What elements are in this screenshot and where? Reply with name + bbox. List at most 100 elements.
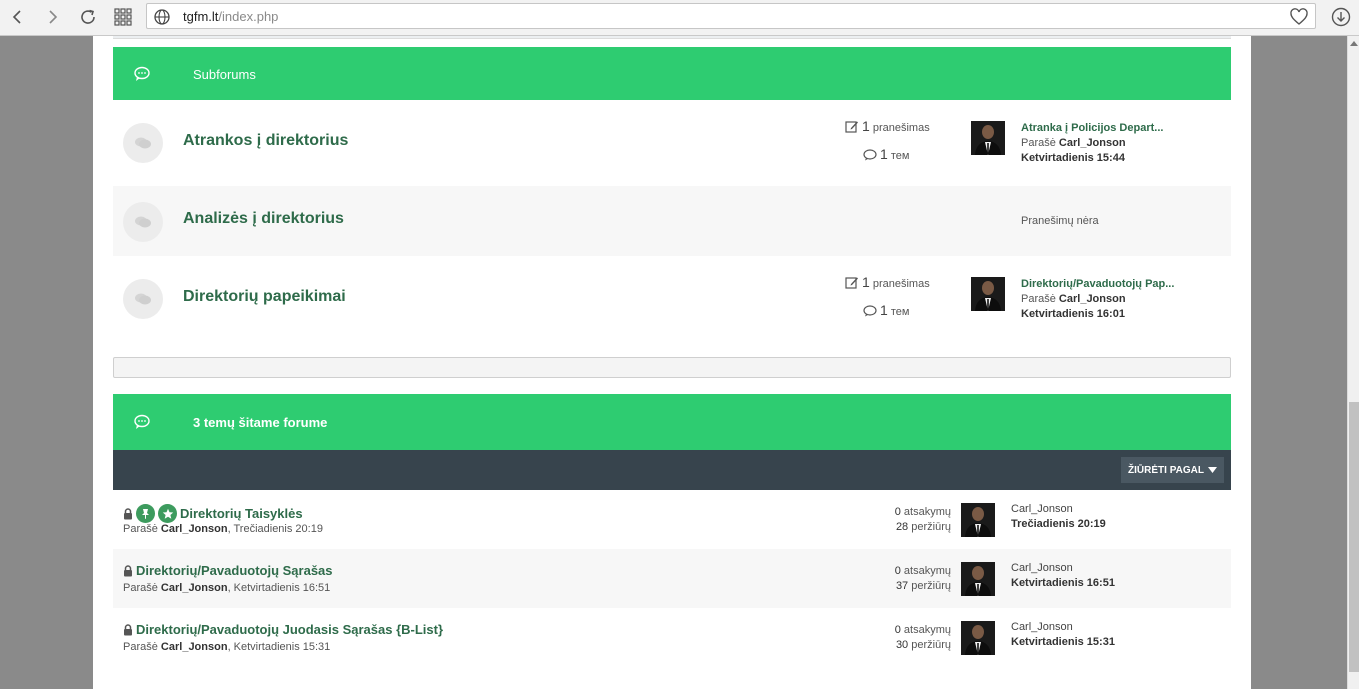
last-poster-name[interactable]: Carl_Jonson	[1011, 562, 1073, 574]
topics-count-title: 3 temų šitame forume	[193, 415, 328, 430]
edit-icon	[845, 277, 858, 289]
last-poster-name[interactable]: Carl_Jonson	[1011, 503, 1073, 515]
author-link[interactable]: Carl_Jonson	[161, 523, 228, 535]
forum-topics-count: 1 тем	[863, 146, 909, 162]
scrollbar[interactable]	[1347, 36, 1359, 689]
lock-icon	[124, 564, 132, 576]
user-avatar-image	[961, 503, 995, 537]
forward-arrow-icon	[49, 10, 58, 24]
views-number: 30	[895, 639, 909, 651]
avatar[interactable]	[971, 277, 1005, 311]
topic-meta: Parašė Carl_Jonson, Trečiadienis 20:19	[123, 523, 323, 535]
author-link[interactable]: Carl_Jonson	[1059, 137, 1126, 149]
avatar[interactable]	[961, 621, 995, 655]
lock-icon	[124, 507, 132, 519]
forum-row: Analizės į direktorius Pranešimų nėra	[113, 186, 1231, 256]
author-link[interactable]: Carl_Jonson	[161, 582, 228, 594]
replies-label: atsakymų	[903, 506, 951, 518]
comments-icon	[135, 216, 151, 228]
download-button[interactable]	[1328, 4, 1354, 30]
topics-label: тем	[890, 306, 910, 318]
views-number: 28	[895, 521, 909, 533]
user-avatar-image	[961, 562, 995, 596]
address-bar[interactable]: tgfm.lt/index.php	[146, 3, 1316, 29]
topic-row: Direktorių/Pavaduotojų Sąrašas Parašė Ca…	[113, 549, 1231, 608]
forum-status-icon	[123, 202, 163, 242]
sort-dropdown-button[interactable]: ŽIŪRĖTI PAGAL	[1121, 457, 1224, 483]
forward-button[interactable]	[40, 4, 66, 30]
heart-icon[interactable]	[1289, 7, 1309, 27]
by-label: Parašė	[123, 523, 158, 535]
reload-icon	[81, 9, 95, 24]
topic-title-link[interactable]: Direktorių Taisyklės	[180, 506, 303, 521]
topics-toolbar: ŽIŪRĖTI PAGAL	[113, 450, 1231, 490]
by-label: Parašė	[1021, 137, 1056, 149]
replies-number: 0	[894, 506, 901, 518]
replies-number: 0	[894, 565, 901, 577]
last-post-link[interactable]: Direktorių/Pavaduotojų Pap...	[1021, 278, 1174, 290]
topic-meta: Parašė Carl_Jonson, Ketvirtadienis 16:51	[123, 582, 330, 594]
pin-icon	[136, 504, 155, 523]
scrollbar-thumb[interactable]	[1349, 402, 1359, 672]
topic-title: Direktorių/Pavaduotojų Juodasis Sąrašas …	[123, 622, 443, 637]
replies-label: atsakymų	[903, 565, 951, 577]
back-arrow-icon	[12, 10, 21, 24]
topic-title-link[interactable]: Direktorių/Pavaduotojų Sąrašas	[136, 563, 333, 578]
author-link[interactable]: Carl_Jonson	[161, 641, 228, 653]
url-path: /index.php	[218, 9, 279, 24]
last-post-author: Parašė Carl_Jonson	[1021, 137, 1126, 149]
replies-count: 0 atsakymų	[895, 505, 951, 520]
avatar[interactable]	[961, 562, 995, 596]
topic-meta: Parašė Carl_Jonson, Ketvirtadienis 15:31	[123, 641, 330, 653]
subforums-header: Subforums	[113, 47, 1231, 100]
posts-number: 1	[862, 118, 870, 134]
download-icon	[1331, 7, 1351, 27]
subforums-title: Subforums	[193, 67, 256, 82]
views-count: 28 peržiūrų	[895, 520, 951, 535]
reload-button[interactable]	[75, 4, 101, 30]
topic-title: Direktorių Taisyklės	[123, 504, 303, 523]
by-label: Parašė	[123, 641, 158, 653]
caret-down-icon	[1207, 467, 1217, 473]
forum-title-link[interactable]: Atrankos į direktorius	[183, 132, 348, 150]
forum-status-icon	[123, 279, 163, 319]
url-host: tgfm.lt	[183, 9, 219, 24]
apps-grid-button[interactable]	[110, 4, 136, 30]
topic-title-link[interactable]: Direktorių/Pavaduotojų Juodasis Sąrašas …	[136, 622, 443, 637]
topics-header: 3 temų šitame forume	[113, 394, 1231, 450]
user-avatar-image	[971, 121, 1005, 155]
comment-outline-icon	[863, 305, 877, 317]
topic-stats: 0 atsakymų 30 peržiūrų	[895, 623, 951, 653]
browser-toolbar: tgfm.lt/index.php	[0, 0, 1359, 36]
views-label: peržiūrų	[911, 521, 951, 533]
topics-label: тем	[890, 150, 910, 162]
comments-icon	[135, 293, 151, 305]
topic-stats: 0 atsakymų 37 peržiūrų	[895, 564, 951, 594]
comments-icon	[135, 137, 151, 149]
views-count: 30 peržiūrų	[895, 638, 951, 653]
scroll-up-arrow-icon[interactable]	[1350, 40, 1358, 46]
user-avatar-image	[961, 621, 995, 655]
edit-icon	[845, 121, 858, 133]
avatar[interactable]	[971, 121, 1005, 155]
last-poster-name[interactable]: Carl_Jonson	[1011, 621, 1073, 633]
forum-title-link[interactable]: Direktorių papeikimai	[183, 288, 346, 306]
forum-row: Atrankos į direktorius 1 pranešimas 1 те…	[113, 100, 1231, 186]
author-link[interactable]: Carl_Jonson	[1059, 293, 1126, 305]
topic-date: , Ketvirtadienis 15:31	[227, 641, 331, 653]
topic-date: , Trečiadienis 20:19	[227, 523, 323, 535]
views-count: 37 peržiūrų	[895, 579, 951, 594]
last-post-date: Ketvirtadienis 16:51	[1011, 577, 1115, 589]
back-button[interactable]	[4, 4, 30, 30]
last-post-link[interactable]: Atranka į Policijos Depart...	[1021, 122, 1163, 134]
forum-status-icon	[123, 123, 163, 163]
topics-number: 1	[880, 146, 888, 162]
forum-posts-count: 1 pranešimas	[845, 274, 930, 290]
topic-row: Direktorių/Pavaduotojų Juodasis Sąrašas …	[113, 608, 1231, 667]
comment-outline-icon	[863, 149, 877, 161]
forum-title-link[interactable]: Analizės į direktorius	[183, 210, 344, 228]
last-post-date: Ketvirtadienis 16:01	[1021, 308, 1125, 320]
avatar[interactable]	[961, 503, 995, 537]
grid-icon	[114, 8, 132, 26]
chat-bubble-icon	[134, 414, 150, 429]
